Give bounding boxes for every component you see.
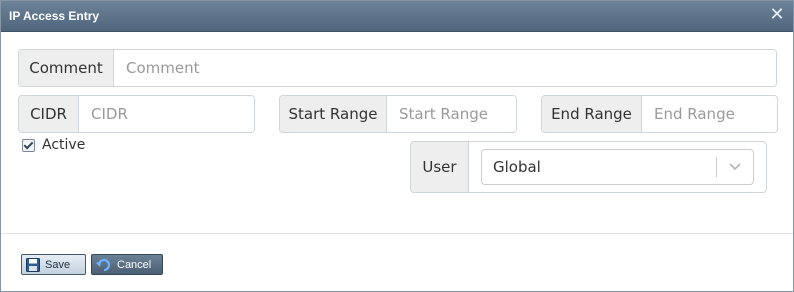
end-range-input-group: End Range [541, 95, 778, 133]
chevron-down-icon[interactable] [717, 150, 753, 184]
active-checkbox[interactable] [22, 138, 35, 152]
start-range-label: Start Range [280, 96, 387, 132]
active-checkbox-row[interactable]: Active [22, 137, 85, 153]
end-range-input[interactable] [642, 96, 777, 132]
ip-access-entry-dialog: IP Access Entry ✕ Comment CIDR Start Ran… [0, 0, 794, 292]
comment-input-group: Comment [18, 49, 777, 87]
cancel-button[interactable]: Cancel [91, 254, 163, 275]
active-label: Active [42, 137, 86, 153]
user-select[interactable]: Global [481, 149, 754, 185]
cidr-input-group: CIDR [18, 95, 255, 133]
user-label: User [411, 142, 469, 192]
close-icon[interactable]: ✕ [767, 5, 787, 25]
dialog-title: IP Access Entry [9, 9, 100, 23]
cidr-label: CIDR [19, 96, 79, 132]
start-range-input-group: Start Range [279, 95, 517, 133]
save-label: Save [45, 258, 71, 271]
undo-arrow-icon [96, 258, 112, 272]
comment-input[interactable] [114, 50, 776, 86]
dialog-titlebar[interactable]: IP Access Entry ✕ [1, 1, 793, 32]
save-button[interactable]: Save [21, 254, 86, 275]
footer-divider [1, 233, 793, 234]
user-select-group: User Global [410, 141, 767, 193]
end-range-label: End Range [542, 96, 642, 132]
start-range-input[interactable] [387, 96, 516, 132]
comment-label: Comment [19, 50, 114, 86]
cidr-input[interactable] [79, 96, 254, 132]
floppy-disk-icon [26, 257, 40, 272]
user-select-value: Global [493, 158, 541, 176]
cancel-label: Cancel [117, 258, 152, 271]
